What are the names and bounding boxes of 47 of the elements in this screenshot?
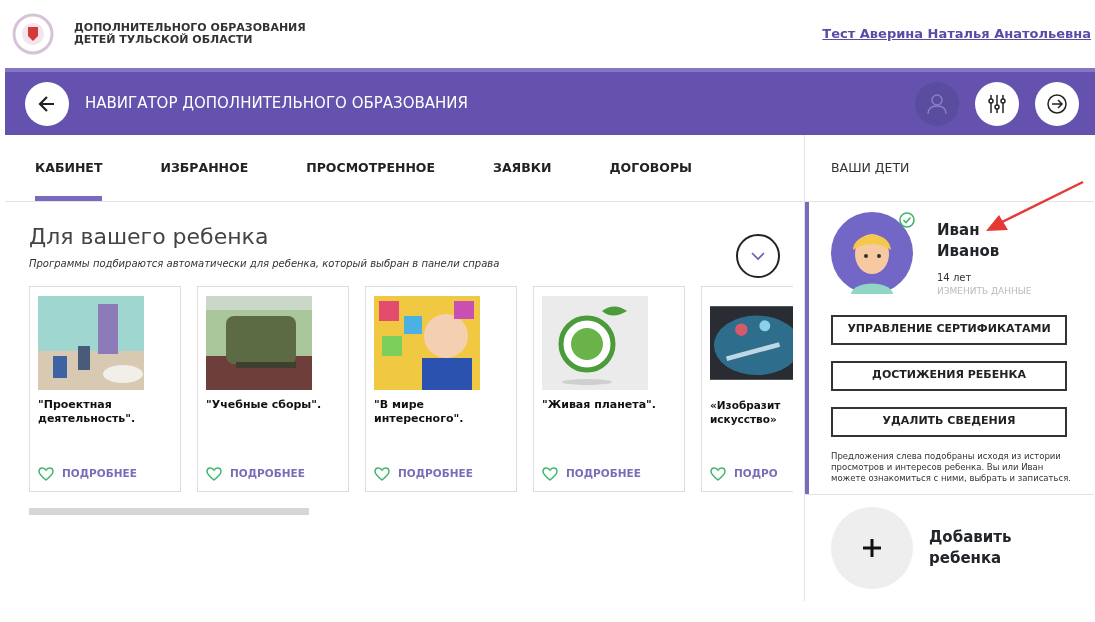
more-link[interactable]: ПОДРОБНЕЕ [62, 466, 137, 482]
panel-title: ВАШИ ДЕТИ [805, 135, 1094, 202]
user-name-link[interactable]: Тест Аверина Наталья Анатольевна [822, 24, 1091, 44]
more-link[interactable]: ПОДРОБНЕЕ [398, 466, 473, 482]
back-button[interactable] [25, 81, 69, 126]
outline-button[interactable]: УПРАВЛЕНИЕ СЕРТИФИКАТАМИ [831, 314, 1067, 345]
scrollbar[interactable] [29, 508, 309, 515]
back-arrow-icon [37, 93, 57, 114]
org-name-line: ДОПОЛНИТЕЛЬНОГО ОБРАЗОВАНИЯ [74, 22, 306, 34]
section-title: Для вашего ребенка [29, 226, 270, 248]
outline-button[interactable]: УДАЛИТЬ СВЕДЕНИЯ [831, 406, 1067, 437]
heart-icon[interactable] [206, 466, 222, 481]
navbar-title: НАВИГАТОР ДОПОЛНИТЕЛЬНОГО ОБРАЗОВАНИЯ [85, 93, 469, 115]
outline-button[interactable]: ДОСТИЖЕНИЯ РЕБЕНКА [831, 360, 1067, 391]
tab[interactable]: ПРОСМОТРЕННОЕ [306, 137, 436, 201]
info-text: Предложения слева подобраны исходя из истории просмотров и интересов ребенка. Вы или Иван можете ознакомиться с ними, выбрать и записаться. [831, 450, 1072, 484]
child-first-name: Иван [937, 220, 981, 241]
arrow-right-icon [1046, 92, 1068, 115]
tab[interactable]: КАБИНЕТ [35, 137, 103, 201]
sliders-icon [986, 92, 1008, 115]
child-last-name: Иванов [937, 241, 1001, 262]
org-name-line: ДЕТЕЙ ТУЛЬСКОЙ ОБЛАСТИ [74, 34, 254, 46]
program-title: "Учебные сборы". [206, 398, 323, 413]
heart-icon[interactable] [38, 466, 54, 481]
child-age: 14 лет [937, 271, 973, 285]
profile-button[interactable] [915, 81, 959, 126]
more-link[interactable]: ПОДРОБНЕЕ [230, 466, 305, 482]
heart-icon[interactable] [542, 466, 558, 481]
more-link[interactable]: ПОДРОБНЕЕ [566, 466, 641, 482]
more-link[interactable]: ПОДРО [734, 466, 778, 482]
user-icon [927, 92, 947, 115]
tab[interactable]: ДОГОВОРЫ [609, 137, 693, 201]
heart-icon[interactable] [374, 466, 390, 481]
program-title: "Живая планета". [542, 398, 658, 413]
plus-icon [862, 537, 882, 558]
program-title: «Изобразит искусство» [710, 398, 782, 427]
section-subtitle: Программы подбираются автоматически для ребенка, который выбран в панели справа [29, 257, 500, 271]
tab[interactable]: ЗАЯВКИ [493, 137, 552, 201]
logout-button[interactable] [1035, 81, 1079, 126]
filter-button[interactable] [975, 81, 1019, 126]
chevron-down-icon [750, 251, 766, 261]
expand-button[interactable] [736, 234, 780, 278]
add-child-label: Добавить ребенка [929, 526, 1013, 569]
heart-icon[interactable] [710, 466, 726, 481]
program-title: "Проектная деятельность". [38, 398, 137, 427]
program-title: "В мире интересного". [374, 398, 465, 427]
tab[interactable]: ИЗБРАННОЕ [160, 137, 249, 201]
